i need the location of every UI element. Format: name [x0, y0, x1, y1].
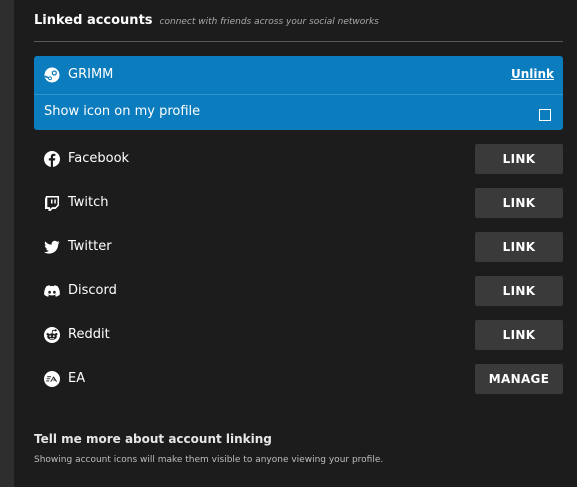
account-row-ea: EA MANAGE [34, 364, 563, 394]
ea-icon [44, 371, 60, 387]
link-facebook-button[interactable]: LINK [475, 144, 563, 174]
unlink-link[interactable]: Unlink [511, 67, 554, 81]
account-label: Facebook [68, 151, 130, 166]
link-twitch-button[interactable]: LINK [475, 188, 563, 218]
section-title: Linked accounts [34, 13, 153, 28]
account-label: Discord [68, 283, 117, 298]
discord-icon [44, 285, 60, 297]
show-icon-label: Show icon on my profile [44, 104, 201, 119]
account-linking-info-title: Tell me more about account linking [34, 432, 272, 446]
twitter-icon [44, 240, 60, 254]
reddit-icon [44, 327, 60, 343]
link-twitter-button[interactable]: LINK [475, 232, 563, 262]
account-row-discord: Discord LINK [34, 276, 563, 306]
link-discord-button[interactable]: LINK [475, 276, 563, 306]
account-label: Twitch [68, 195, 109, 210]
account-label: Reddit [68, 327, 110, 342]
left-edge-strip [0, 0, 14, 487]
manage-ea-button[interactable]: MANAGE [475, 364, 563, 394]
twitch-icon [45, 196, 59, 211]
header-divider [34, 41, 563, 42]
account-linking-info-text: Showing account icons will make them vis… [34, 455, 384, 465]
linked-accounts-panel: Linked accounts connect with friends acr… [14, 0, 577, 487]
linked-account-row: GRIMM Unlink [34, 56, 563, 95]
linked-account-card: GRIMM Unlink Show icon on my profile [34, 56, 563, 130]
section-subtitle: connect with friends across your social … [159, 17, 379, 27]
show-icon-checkbox[interactable] [539, 109, 551, 121]
facebook-icon [44, 151, 60, 167]
link-reddit-button[interactable]: LINK [475, 320, 563, 350]
account-row-facebook: Facebook LINK [34, 144, 563, 174]
section-header: Linked accounts connect with friends acr… [34, 13, 379, 28]
account-row-reddit: Reddit LINK [34, 320, 563, 350]
account-label: Twitter [68, 239, 112, 254]
account-row-twitter: Twitter LINK [34, 232, 563, 262]
account-row-twitch: Twitch LINK [34, 188, 563, 218]
steam-icon [44, 67, 60, 83]
linked-account-name: GRIMM [68, 67, 114, 82]
account-label: EA [68, 371, 86, 386]
